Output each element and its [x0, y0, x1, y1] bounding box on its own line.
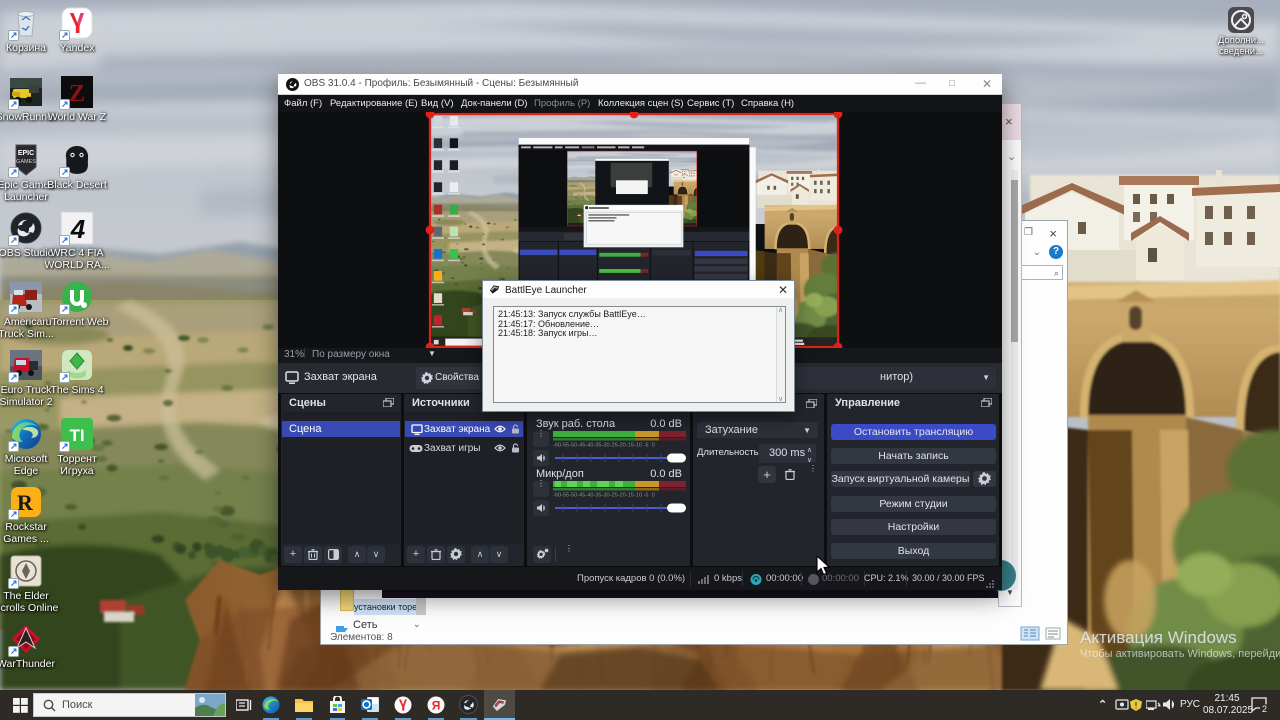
svg-text:R: R — [17, 490, 34, 515]
svg-text:Z: Z — [69, 81, 85, 107]
svg-text:GAMES: GAMES — [16, 159, 36, 165]
svg-text:-60-55-50-45-40-35-30-25-20-15: -60-55-50-45-40-35-30-25-20-15-10 -5 0 — [553, 443, 655, 448]
svg-text:-60-55-50-45-40-35-30-25-20-15: -60-55-50-45-40-35-30-25-20-15-10 -5 0 — [553, 493, 655, 498]
svg-text:2: 2 — [1262, 704, 1267, 713]
svg-text:TI: TI — [69, 426, 84, 445]
svg-text:EPIC: EPIC — [18, 150, 34, 157]
svg-text:4: 4 — [70, 214, 86, 244]
svg-text:Я: Я — [432, 699, 441, 713]
